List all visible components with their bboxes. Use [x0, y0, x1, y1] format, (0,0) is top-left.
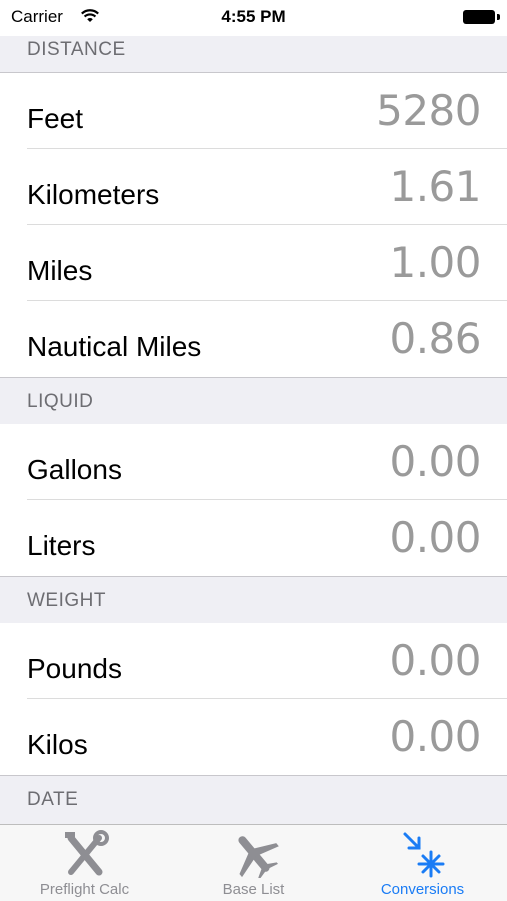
row-feet[interactable]: Feet 5280 — [0, 73, 507, 149]
conversions-table[interactable]: DISTANCE Feet 5280 Kilometers 1.61 Miles… — [0, 0, 507, 824]
row-liters[interactable]: Liters 0.00 — [0, 500, 507, 576]
tab-label: Preflight Calc — [39, 881, 130, 898]
section-header-distance: DISTANCE — [0, 36, 507, 73]
row-value[interactable]: 0.00 — [389, 636, 481, 685]
row-value[interactable]: 5280 — [376, 86, 481, 135]
row-value[interactable]: 0.86 — [389, 314, 481, 363]
section-title: DATE — [27, 789, 79, 810]
row-label: Pounds — [27, 653, 122, 684]
row-value[interactable]: 1.00 — [389, 238, 481, 287]
section-header-liquid: LIQUID — [0, 377, 507, 425]
tab-label: Conversions — [380, 881, 465, 898]
row-value[interactable]: 1.61 — [389, 162, 481, 211]
section-header-weight: WEIGHT — [0, 576, 507, 624]
status-time: 4:55 PM — [221, 7, 286, 26]
conversions-icon — [338, 830, 507, 878]
row-label: Miles — [27, 255, 93, 286]
tab-base-list[interactable]: Base List — [169, 825, 338, 901]
row-label: Kilos — [27, 729, 88, 760]
section-title: LIQUID — [27, 391, 94, 412]
section-title: DISTANCE — [27, 39, 126, 60]
status-bar: Carrier 4:55 PM — [0, 0, 507, 36]
airplane-icon — [169, 830, 338, 880]
battery-icon — [463, 10, 500, 24]
row-label: Kilometers — [27, 179, 160, 210]
row-label: Feet — [27, 103, 84, 134]
row-label: Gallons — [27, 454, 122, 485]
row-kilos[interactable]: Kilos 0.00 — [0, 699, 507, 775]
tab-bar: Preflight Calc Base List Conversions — [0, 824, 507, 901]
row-pounds[interactable]: Pounds 0.00 — [0, 623, 507, 699]
row-gallons[interactable]: Gallons 0.00 — [0, 424, 507, 500]
row-value[interactable]: 0.00 — [389, 712, 481, 761]
tools-icon — [0, 830, 169, 878]
row-miles[interactable]: Miles 1.00 — [0, 225, 507, 301]
row-label: Liters — [27, 530, 96, 561]
section-header-date: DATE — [0, 775, 507, 824]
section-title: WEIGHT — [27, 590, 106, 611]
row-value[interactable]: 0.00 — [389, 513, 481, 562]
row-value[interactable]: 0.00 — [389, 437, 481, 486]
row-kilometers[interactable]: Kilometers 1.61 — [0, 149, 507, 225]
row-nautical-miles[interactable]: Nautical Miles 0.86 — [0, 301, 507, 377]
tab-label: Base List — [222, 881, 285, 898]
tab-conversions[interactable]: Conversions — [338, 825, 507, 901]
tab-preflight-calc[interactable]: Preflight Calc — [0, 825, 169, 901]
row-label: Nautical Miles — [27, 331, 202, 362]
